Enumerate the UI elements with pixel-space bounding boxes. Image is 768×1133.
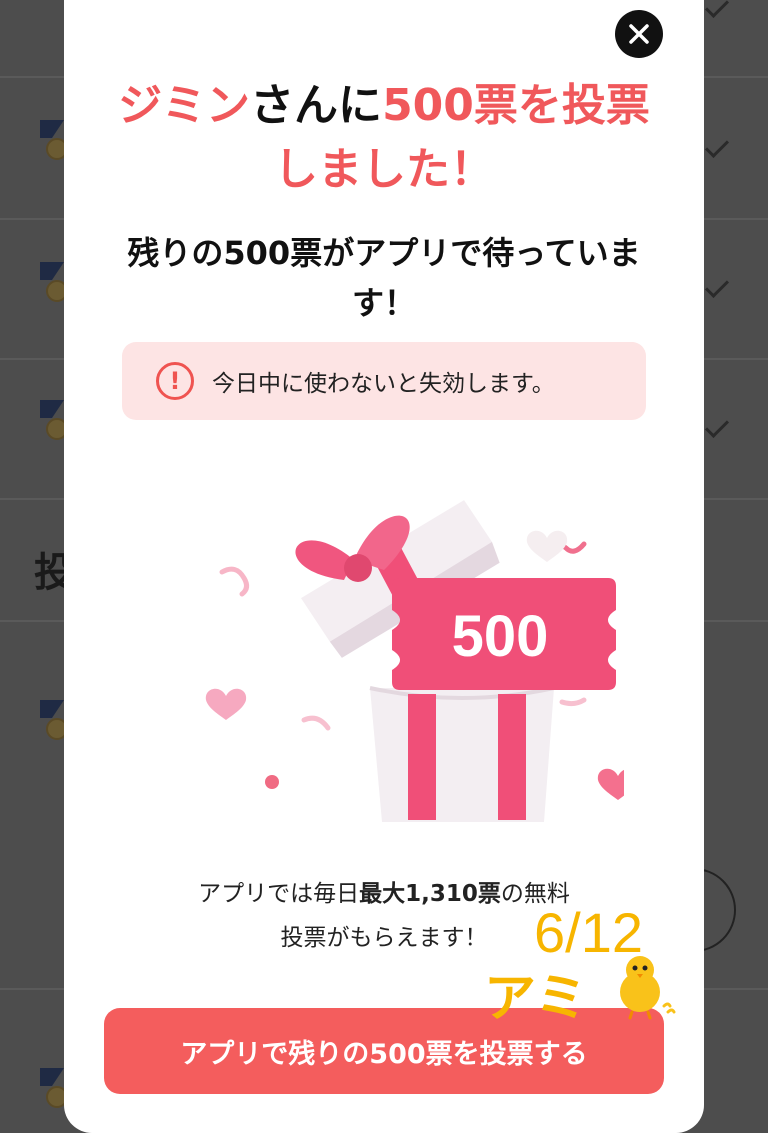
medal-icon xyxy=(40,262,68,302)
title-member-name: ジミン xyxy=(118,80,251,131)
close-button[interactable] xyxy=(615,10,663,58)
checkmark-icon xyxy=(704,133,730,159)
gift-illustration: 500 xyxy=(205,500,624,822)
date-sticker: 6/12 アミ xyxy=(484,900,704,1030)
checkmark-icon xyxy=(704,0,730,19)
warning-text: 今日中に使わないと失効します。 xyxy=(212,371,555,397)
medal-icon xyxy=(40,120,68,160)
checkmark-icon xyxy=(704,413,730,439)
medal-icon xyxy=(40,400,68,440)
expiry-warning-banner: ! 今日中に使わないと失効します。 xyxy=(122,342,646,420)
info-line2: 投票がもらえます！ xyxy=(280,925,488,951)
sticker-name: アミ xyxy=(484,969,587,1029)
warning-icon: ! xyxy=(156,362,194,400)
title-done: しました！ xyxy=(274,144,494,195)
title-connector: さんに xyxy=(250,80,383,131)
medal-icon xyxy=(40,700,68,740)
info-prefix: アプリでは毎日 xyxy=(198,881,360,907)
close-icon xyxy=(629,24,649,44)
modal-title: ジミンさんに500票を投票 しました！ xyxy=(64,74,704,202)
chick-sticker-icon xyxy=(620,956,676,1020)
title-vote-count: 500票を投票 xyxy=(382,80,650,131)
ticket-value: 500 xyxy=(452,604,549,669)
info-max-votes: 最大1,310票 xyxy=(359,881,501,907)
checkmark-icon xyxy=(704,273,730,299)
modal-subtitle: 残りの500票がアプリで待っていま す！ xyxy=(127,234,641,322)
medal-icon xyxy=(40,1068,68,1108)
